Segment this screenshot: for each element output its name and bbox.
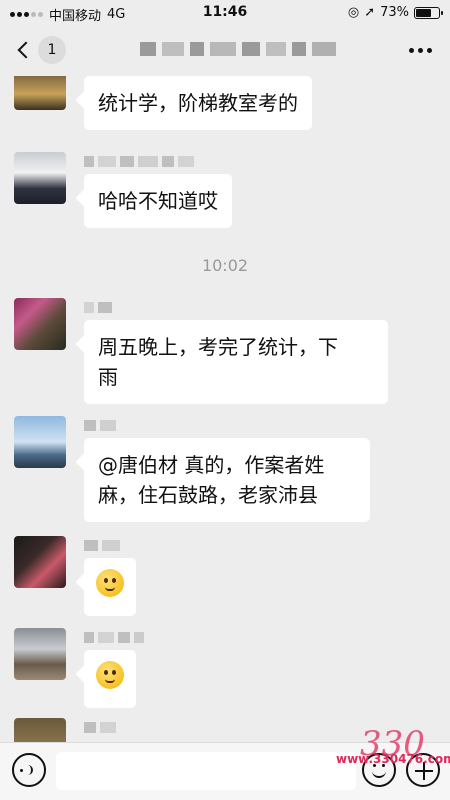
avatar[interactable]: [14, 416, 66, 468]
message-text-line: 雨: [98, 365, 118, 389]
sweat-smile-emoji-icon: [96, 661, 124, 689]
more-options-button[interactable]: [409, 48, 432, 53]
lock-rotation-icon: ◎: [347, 5, 360, 20]
time-divider: 10:02: [201, 256, 249, 275]
sender-name-redacted: [84, 302, 112, 313]
message-input[interactable]: [56, 752, 356, 790]
chat-title-redacted: [140, 42, 336, 56]
message-bubble[interactable]: [84, 558, 136, 616]
watermark-text: www.330476.com: [336, 752, 450, 766]
location-icon: ➚: [364, 5, 376, 20]
sender-name-redacted: [84, 632, 144, 643]
chat-message-list[interactable]: 统计学，阶梯教室考的 哈哈不知道哎 10:02 周五晚上，考完了统计，下 雨 @…: [0, 76, 450, 742]
unread-count-badge: 1: [38, 36, 66, 64]
battery-percent: 73%: [380, 5, 409, 20]
back-button[interactable]: 1: [14, 36, 66, 64]
message-bubble[interactable]: [84, 650, 136, 708]
message-bubble[interactable]: 哈哈不知道哎: [84, 174, 232, 228]
chat-nav-bar: 1: [0, 26, 450, 76]
sender-name-redacted: [84, 722, 116, 733]
sender-name-redacted: [84, 420, 116, 431]
avatar[interactable]: [14, 628, 66, 680]
voice-input-button[interactable]: [12, 753, 46, 787]
message-text-line: 麻，住石鼓路，老家沛县: [98, 483, 318, 507]
message-bubble[interactable]: @唐伯材 真的，作案者姓 麻，住石鼓路，老家沛县: [84, 438, 370, 522]
sender-name-redacted: [84, 540, 120, 551]
avatar[interactable]: [14, 76, 66, 110]
crying-laughing-emoji-icon: [96, 569, 124, 597]
sender-name-redacted: [84, 156, 194, 167]
avatar[interactable]: [14, 536, 66, 588]
status-bar: 中国移动 4G 11:46 ◎ ➚ 73%: [0, 0, 450, 26]
message-text-line: @唐伯材 真的，作案者姓: [98, 453, 325, 477]
avatar[interactable]: [14, 298, 66, 350]
status-indicators: ◎ ➚ 73%: [347, 5, 443, 20]
avatar[interactable]: [14, 152, 66, 204]
battery-icon: [414, 6, 443, 19]
message-text: 哈哈不知道哎: [98, 189, 218, 213]
avatar[interactable]: [14, 718, 66, 742]
message-text: 统计学，阶梯教室考的: [98, 91, 298, 115]
message-text-line: 周五晚上，考完了统计，下: [98, 335, 338, 359]
back-chevron-icon: [17, 41, 35, 59]
message-bubble[interactable]: 统计学，阶梯教室考的: [84, 76, 312, 130]
message-bubble[interactable]: 周五晚上，考完了统计，下 雨: [84, 320, 388, 404]
